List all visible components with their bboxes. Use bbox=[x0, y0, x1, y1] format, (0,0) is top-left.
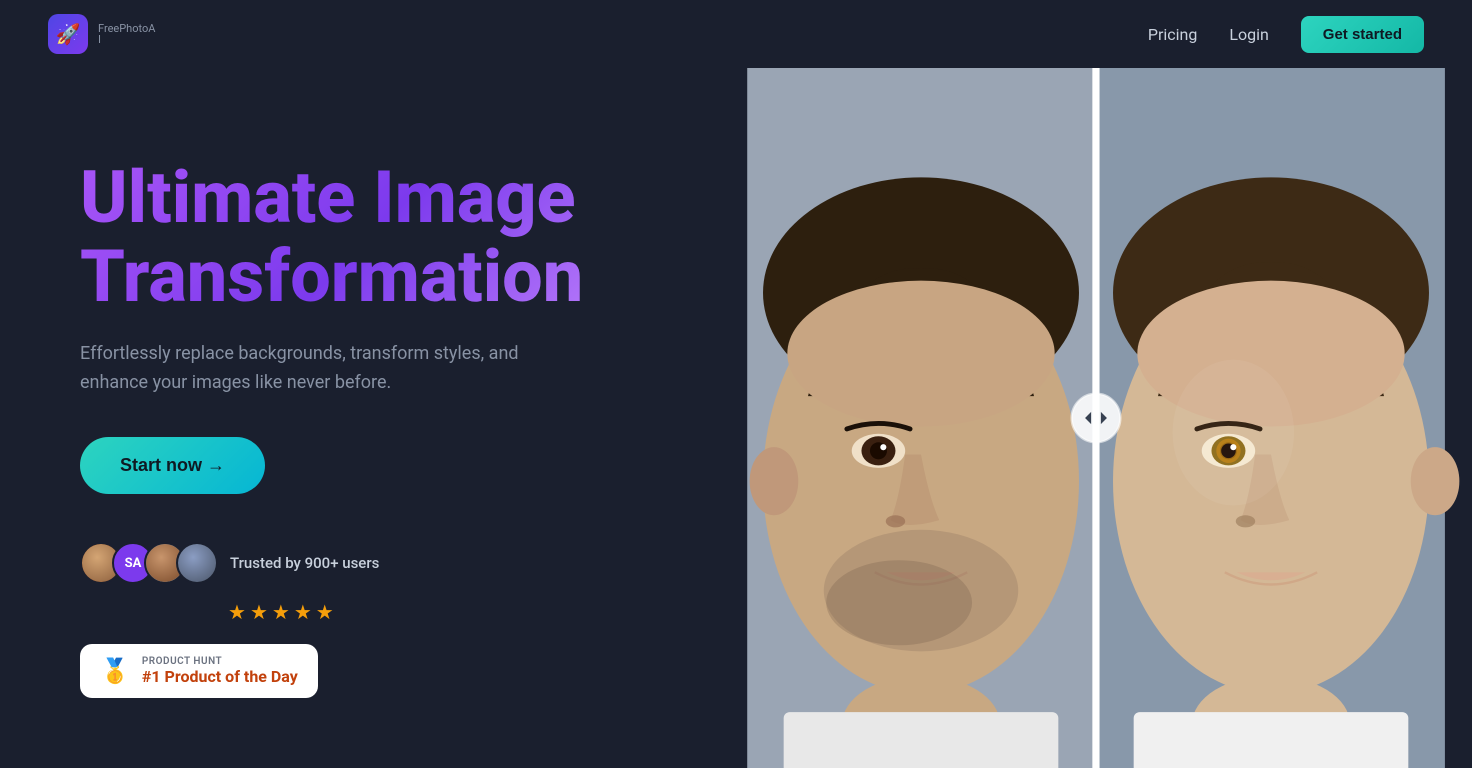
trust-text: Trusted by 900+ users bbox=[230, 554, 379, 572]
start-now-button[interactable]: Start now → bbox=[80, 437, 265, 494]
brand-name-text: FreePhotoA I bbox=[98, 23, 155, 45]
get-started-button[interactable]: Get started bbox=[1301, 16, 1424, 53]
header: 🚀 FreePhotoA I Pricing Login Get started bbox=[0, 0, 1472, 68]
avatar-user-4 bbox=[176, 542, 218, 584]
logo-area: 🚀 FreePhotoA I bbox=[48, 14, 155, 54]
product-hunt-badge: 🥇 PRODUCT HUNT #1 Product of the Day bbox=[80, 644, 318, 698]
comparison-image bbox=[720, 68, 1472, 768]
ph-text-block: PRODUCT HUNT #1 Product of the Day bbox=[142, 656, 298, 686]
left-panel: Ultimate Image Transformation Effortless… bbox=[0, 68, 720, 768]
star-1: ★ bbox=[228, 600, 246, 624]
main-nav: Pricing Login Get started bbox=[1148, 16, 1424, 53]
avatars-row: SA Trusted by 900+ users bbox=[80, 542, 660, 584]
brand-name: FreePhotoA I bbox=[98, 23, 155, 45]
right-panel bbox=[720, 68, 1472, 768]
logo-icon: 🚀 bbox=[48, 14, 88, 54]
nav-pricing-link[interactable]: Pricing bbox=[1148, 25, 1198, 44]
medal-icon: 🥇 bbox=[100, 657, 130, 685]
hero-subtitle: Effortlessly replace backgrounds, transf… bbox=[80, 340, 540, 398]
star-2: ★ bbox=[250, 600, 268, 624]
nav-login-link[interactable]: Login bbox=[1229, 25, 1268, 44]
face-comparison-svg bbox=[720, 68, 1472, 768]
star-4: ★ bbox=[294, 600, 312, 624]
star-5: ★ bbox=[316, 600, 334, 624]
ph-label-main: #1 Product of the Day bbox=[142, 667, 298, 686]
main-content: Ultimate Image Transformation Effortless… bbox=[0, 68, 1472, 768]
stars-row: ★ ★ ★ ★ ★ bbox=[228, 600, 660, 624]
ph-label-small: PRODUCT HUNT bbox=[142, 656, 298, 667]
hero-title: Ultimate Image Transformation bbox=[80, 158, 660, 316]
avatar-stack: SA bbox=[80, 542, 218, 584]
star-3: ★ bbox=[272, 600, 290, 624]
social-proof: SA Trusted by 900+ users ★ ★ ★ ★ ★ bbox=[80, 542, 660, 698]
